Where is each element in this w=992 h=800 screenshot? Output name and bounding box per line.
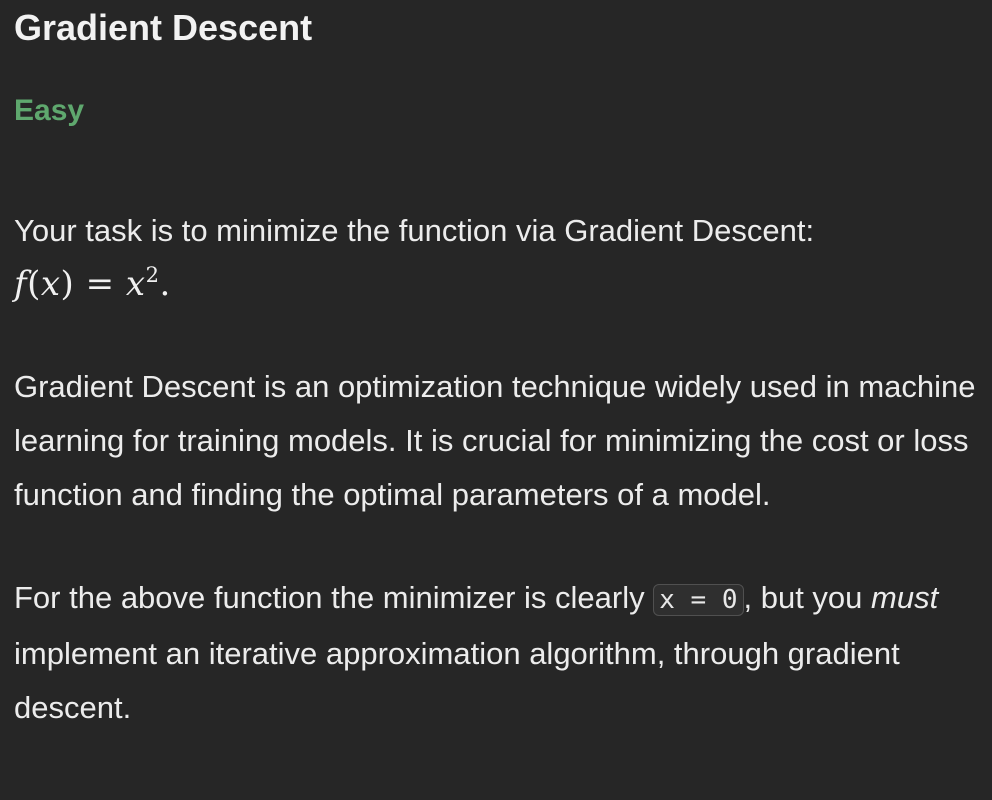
formula-close-paren: ) [60,264,75,304]
description-paragraph: Gradient Descent is an optimization tech… [14,369,976,512]
difficulty-badge: Easy [14,94,85,127]
inline-code: x = 0 [653,584,744,616]
formula-equals: = [74,264,126,304]
problem-description: Gradient Descent Easy Your task is to mi… [14,0,982,735]
requirement-text-start: For the above function the minimizer is … [14,580,654,615]
problem-title: Gradient Descent [14,7,313,48]
emphasis-text: must [871,580,939,615]
task-intro: Your task is to minimize the function vi… [14,213,815,248]
requirement-text-end: implement an iterative approximation alg… [14,636,900,725]
formula-func: f [14,264,28,304]
formula-rhs-var: x [125,264,146,304]
function-formula: f(x) = x2. [14,255,982,304]
requirement-text-mid: , but you [743,580,872,615]
formula-period: . [159,264,171,304]
formula-open-paren: ( [27,264,41,304]
formula-arg: x [40,264,61,304]
formula-exponent: 2 [145,263,160,287]
requirement-paragraph: For the above function the minimizer is … [14,571,982,735]
